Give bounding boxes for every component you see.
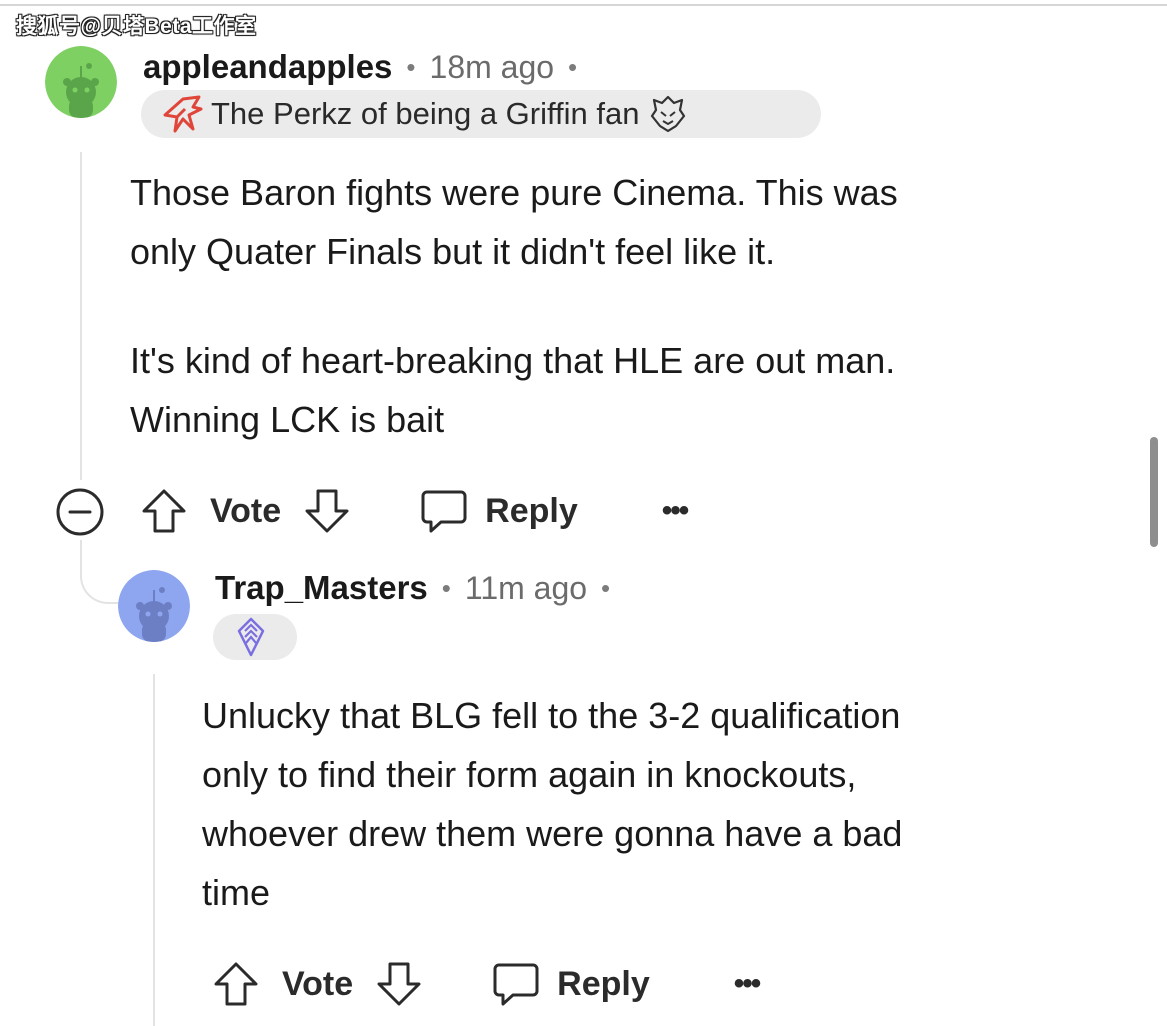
top-divider bbox=[0, 4, 1167, 6]
collapse-button[interactable] bbox=[55, 487, 105, 537]
avatar[interactable] bbox=[118, 570, 190, 642]
watermark: 搜狐号@贝塔Beta工作室 bbox=[16, 15, 257, 38]
comment-paragraph: Unlucky that BLG fell to the 3-2 qualifi… bbox=[202, 686, 902, 922]
timestamp[interactable]: 11m ago bbox=[465, 570, 587, 607]
reply-button[interactable]: Reply bbox=[419, 486, 578, 536]
upvote-button[interactable] bbox=[140, 487, 188, 535]
comment-meta: appleandapples • 18m ago • bbox=[143, 46, 577, 88]
comment-paragraph: Those Baron fights were pure Cinema. Thi… bbox=[130, 163, 898, 281]
more-options-button[interactable]: ••• bbox=[662, 494, 689, 528]
thread-line[interactable] bbox=[153, 674, 155, 1026]
comment-paragraph: It's kind of heart-breaking that HLE are… bbox=[130, 331, 895, 449]
vote-label: Vote bbox=[282, 964, 354, 1003]
separator-dot: • bbox=[601, 572, 611, 603]
minus-circle-icon bbox=[56, 488, 104, 536]
separator-dot: • bbox=[406, 51, 416, 82]
avatar[interactable] bbox=[45, 46, 117, 118]
username[interactable]: Trap_Masters bbox=[215, 569, 428, 607]
reply-thread-connector bbox=[80, 540, 120, 604]
user-flair bbox=[213, 614, 297, 660]
arrow-up-icon bbox=[214, 962, 258, 1006]
text-line: time bbox=[202, 872, 271, 913]
text-line: only to find their form again in knockou… bbox=[202, 754, 857, 795]
timestamp[interactable]: 18m ago bbox=[430, 49, 555, 86]
downvote-button[interactable] bbox=[303, 487, 351, 535]
comment-actions: Vote Reply ••• bbox=[140, 484, 689, 538]
g2-logo-icon bbox=[648, 94, 688, 134]
separator-dot: • bbox=[568, 51, 578, 82]
snoo-avatar-icon bbox=[45, 46, 117, 118]
text-line: only Quater Finals but it didn't feel li… bbox=[130, 231, 776, 272]
arrow-down-icon bbox=[305, 489, 349, 533]
lol-logo-icon bbox=[237, 617, 265, 657]
text-line: Those Baron fights were pure Cinema. Thi… bbox=[130, 172, 898, 213]
reply-label: Reply bbox=[485, 491, 578, 530]
upvote-button[interactable] bbox=[212, 960, 260, 1008]
vote-label: Vote bbox=[210, 491, 282, 530]
comment-meta: Trap_Masters • 11m ago • bbox=[215, 567, 610, 609]
username[interactable]: appleandapples bbox=[143, 48, 392, 86]
downvote-button[interactable] bbox=[375, 960, 423, 1008]
thread-line[interactable] bbox=[80, 152, 82, 480]
text-line: whoever drew them were gonna have a bad bbox=[202, 813, 903, 854]
user-flair: The Perkz of being a Griffin fan bbox=[141, 90, 821, 138]
snoo-avatar-icon bbox=[118, 570, 190, 642]
speech-bubble-icon bbox=[493, 963, 539, 1006]
text-line: It's kind of heart-breaking that HLE are… bbox=[130, 340, 896, 381]
flair-text: The Perkz of being a Griffin fan bbox=[211, 96, 640, 131]
comment-actions: Vote Reply ••• bbox=[212, 957, 761, 1011]
more-options-button[interactable]: ••• bbox=[734, 967, 761, 1001]
arrow-down-icon bbox=[377, 962, 421, 1006]
arrow-up-icon bbox=[142, 489, 186, 533]
text-line: Unlucky that BLG fell to the 3-2 qualifi… bbox=[202, 695, 901, 736]
griffin-logo-icon bbox=[163, 95, 203, 133]
scrollbar-thumb[interactable] bbox=[1150, 437, 1158, 547]
separator-dot: • bbox=[441, 572, 451, 603]
reply-label: Reply bbox=[557, 964, 650, 1003]
speech-bubble-icon bbox=[421, 490, 467, 533]
text-line: Winning LCK is bait bbox=[130, 399, 445, 440]
reply-button[interactable]: Reply bbox=[491, 959, 650, 1009]
